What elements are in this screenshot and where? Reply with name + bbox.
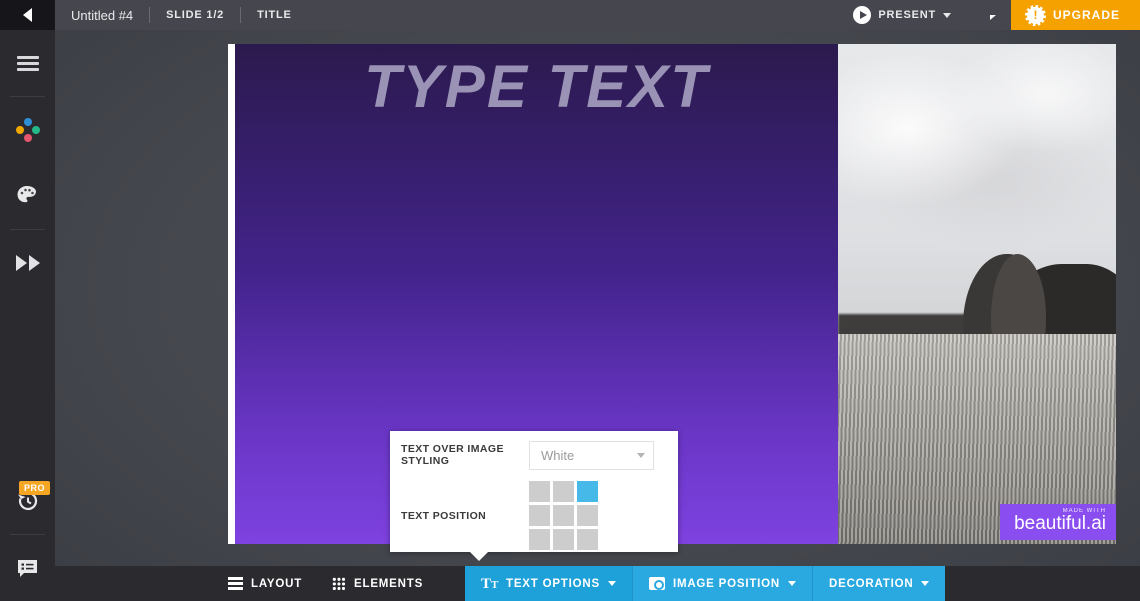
bottom-toolbar: LAYOUT ELEMENTS TT TEXT OPTIONS IMAGE PO… [0, 559, 1140, 601]
position-cell-2[interactable] [577, 481, 598, 502]
elements-label: ELEMENTS [354, 577, 424, 590]
hamburger-menu-icon [16, 53, 39, 74]
document-title[interactable]: Untitled #4 [55, 8, 149, 23]
left-sidebar: PRO [0, 0, 55, 601]
position-cell-8[interactable] [577, 529, 598, 550]
header-actions: PRESENT ! UPGRADE [837, 0, 1140, 30]
decoration-label: DECORATION [829, 577, 914, 590]
slide-photo[interactable]: MADE WITH beautiful.ai [838, 44, 1116, 544]
camera-icon [648, 577, 665, 590]
app-root: PRO Untitled #4 SLIDE 1/2 TITLE PRESENT … [0, 0, 1140, 601]
position-cell-0[interactable] [529, 481, 550, 502]
text-options-button[interactable]: TT TEXT OPTIONS [465, 566, 633, 601]
beautiful-ai-watermark: MADE WITH beautiful.ai [1000, 504, 1116, 540]
alert-badge-icon: ! [1024, 4, 1046, 26]
chevron-left-icon [23, 8, 32, 22]
sidebar-item-menu[interactable] [0, 30, 55, 96]
position-cell-4[interactable] [553, 505, 574, 526]
top-header: Untitled #4 SLIDE 1/2 TITLE PRESENT ! UP… [55, 0, 1140, 30]
grid-dots-icon [332, 576, 347, 591]
styling-label: TEXT OVER IMAGE STYLING [401, 443, 504, 467]
back-button[interactable] [0, 0, 55, 30]
image-position-button[interactable]: IMAGE POSITION [632, 566, 813, 601]
chevron-down-icon [607, 581, 616, 586]
styling-select[interactable]: White [529, 440, 654, 470]
toolbar-left-group: LAYOUT ELEMENTS [228, 566, 453, 601]
slide-counter[interactable]: SLIDE 1/2 [150, 9, 240, 21]
sidebar-item-version-history[interactable]: PRO [0, 468, 55, 534]
position-label: TEXT POSITION [401, 509, 487, 522]
slide-type-label[interactable]: TITLE [241, 9, 308, 21]
present-label: PRESENT [878, 9, 936, 21]
layout-button[interactable]: LAYOUT [228, 575, 320, 592]
position-cell-6[interactable] [529, 529, 550, 550]
palette-icon [17, 186, 36, 203]
styling-value: White [541, 447, 575, 463]
chevron-down-icon [921, 581, 930, 586]
text-options-panel: TEXT OVER IMAGE STYLING White TEXT POSIT… [390, 431, 678, 561]
pro-badge: PRO [19, 481, 51, 495]
chevron-down-icon [637, 452, 645, 458]
styling-row: TEXT OVER IMAGE STYLING White [390, 431, 678, 479]
elements-button[interactable]: ELEMENTS [332, 576, 441, 591]
chevron-down-icon [788, 581, 796, 586]
position-cell-7[interactable] [553, 529, 574, 550]
image-position-label: IMAGE POSITION [672, 577, 780, 590]
sidebar-item-transitions[interactable] [0, 230, 55, 296]
decoration-button[interactable]: DECORATION [813, 566, 946, 601]
play-icon [853, 6, 872, 24]
text-position-grid [529, 481, 598, 550]
upgrade-button[interactable]: ! UPGRADE [1010, 0, 1140, 30]
layout-label: LAYOUT [251, 577, 303, 590]
watermark-small-text: MADE WITH [1062, 508, 1106, 515]
position-cell-3[interactable] [529, 505, 550, 526]
text-options-label: TEXT OPTIONS [506, 577, 600, 590]
slide-left-margin [228, 44, 235, 544]
panel-pointer-notch [469, 551, 489, 561]
sidebar-item-theme-colors[interactable] [0, 97, 55, 163]
position-cell-5[interactable] [577, 505, 598, 526]
chevron-down-icon [942, 12, 951, 18]
present-button[interactable]: PRESENT [837, 6, 967, 24]
slide-title-placeholder[interactable]: TYPE TEXT [235, 52, 838, 121]
sidebar-lower-group: PRO [0, 468, 55, 601]
text-format-icon: TT [481, 575, 499, 592]
sidebar-item-notes[interactable] [0, 535, 55, 601]
upgrade-label: UPGRADE [1052, 8, 1120, 22]
notes-icon [18, 559, 37, 577]
fast-forward-icon [15, 255, 40, 271]
position-row: TEXT POSITION [390, 479, 678, 552]
layout-rows-icon [228, 575, 243, 592]
toolbar-blue-group: TT TEXT OPTIONS IMAGE POSITION DECORATIO… [465, 566, 946, 601]
color-dots-icon [15, 117, 41, 143]
sidebar-item-palette[interactable] [0, 163, 55, 229]
position-cell-1[interactable] [553, 481, 574, 502]
watermark-brand: beautiful.ai [1014, 513, 1106, 535]
